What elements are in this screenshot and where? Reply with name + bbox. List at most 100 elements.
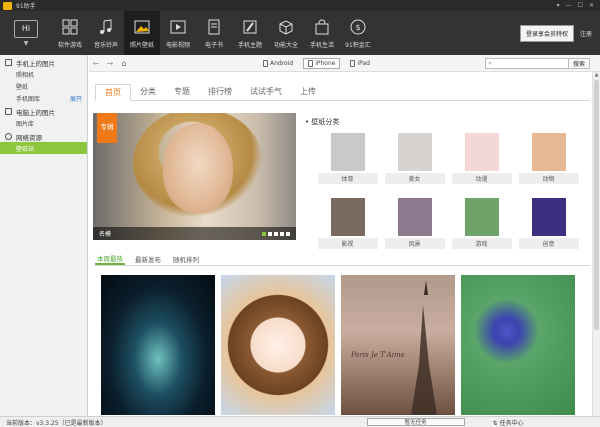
bag-icon [315, 18, 329, 34]
task-center-button[interactable]: ⇅ 任务中心 [493, 418, 524, 427]
content-tabs: 首页 分类 专题 排行榜 试试手气 上传 [95, 80, 590, 101]
tool-label: 手机主题 [237, 41, 262, 49]
user-hi-button[interactable]: Hi ▼ [0, 11, 52, 55]
tab-home[interactable]: 首页 [95, 84, 131, 101]
tool-movies-videos[interactable]: 电影视频 [160, 11, 196, 55]
wallpaper-blue-flowers[interactable] [461, 275, 575, 415]
tab-upload[interactable]: 上传 [291, 83, 325, 100]
back-arrow-icon[interactable]: ← [89, 59, 103, 68]
tab-topics[interactable]: 专题 [165, 83, 199, 100]
tool-photos-wallpapers[interactable]: 照片壁纸 [124, 11, 160, 55]
category-title: • 壁纸分类 [305, 118, 340, 126]
device-tab-ipad[interactable]: iPad [346, 58, 374, 69]
sort-tab-random[interactable]: 随机排列 [171, 252, 201, 265]
sidebar-section-pc-pictures[interactable]: 电脑上的图片 [0, 106, 87, 117]
maximize-icon[interactable]: ☐ [578, 2, 583, 9]
category-creative[interactable]: 创意 [515, 198, 582, 249]
forward-arrow-icon[interactable]: → [103, 59, 117, 68]
category-thumbnail [397, 198, 432, 236]
category-label: 风景 [384, 238, 445, 249]
tool-phone-life[interactable]: 手机生活 [304, 11, 340, 55]
tool-label: 照片壁纸 [129, 41, 154, 49]
category-title-text: 壁纸分类 [311, 118, 340, 126]
category-anime[interactable]: 动漫 [448, 133, 515, 184]
home-icon[interactable]: ⌂ [117, 59, 131, 68]
category-label: 影视 [317, 238, 378, 249]
search-input[interactable]: ⌕ [484, 57, 569, 69]
category-thumbnail [330, 133, 365, 171]
category-sports[interactable]: 体育 [314, 133, 381, 184]
main-toolbar: Hi ▼ 软件游戏 音乐铃声 照片壁纸 电影视频 电子书 手机主题 功能大全 手… [0, 11, 600, 55]
pager-dot[interactable] [268, 232, 272, 236]
device-tab-iphone[interactable]: iPhone [303, 57, 341, 69]
category-thumbnail [397, 133, 432, 171]
pager-dot[interactable] [262, 232, 266, 236]
tool-music-ringtones[interactable]: 音乐铃声 [88, 11, 124, 55]
sidebar-section-phone-pictures[interactable]: 手机上的图片 [0, 57, 87, 68]
category-scenery[interactable]: 风景 [381, 198, 448, 249]
close-icon[interactable]: ✕ [589, 2, 594, 9]
device-tab-android[interactable]: Android [259, 58, 297, 69]
register-link[interactable]: 注册 [580, 29, 592, 38]
vip-login-button[interactable]: 登录享会员特权 [519, 24, 574, 42]
minimize-icon[interactable]: — [566, 2, 572, 9]
search-button[interactable]: 搜索 [568, 57, 590, 69]
featured-banner[interactable]: 专辑 名模 [93, 113, 296, 240]
sidebar-item-wallpaper-site[interactable]: 壁纸站 [0, 142, 87, 154]
sort-tab-latest[interactable]: 最新发布 [133, 252, 163, 265]
category-label: 体育 [317, 173, 378, 184]
tab-categories[interactable]: 分类 [131, 83, 165, 100]
box-icon [279, 19, 293, 35]
sort-tab-weekly-hot[interactable]: 本周最热 [95, 252, 125, 265]
category-thumbnail [531, 133, 566, 171]
sidebar-item-camera[interactable]: 照相机 [0, 68, 87, 80]
tool-91-coins[interactable]: $ 91积金汇 [340, 11, 376, 55]
tool-software-games[interactable]: 软件游戏 [52, 11, 88, 55]
wallpaper-eiffel-tower[interactable]: Paris Je T'Aime [341, 275, 455, 415]
category-label: 创意 [518, 238, 579, 249]
pager-dot[interactable] [286, 232, 290, 236]
phone-icon [5, 59, 12, 66]
eiffel-tower-image [411, 280, 437, 415]
pager-dot[interactable] [280, 232, 284, 236]
wallpaper-cartoon-girl[interactable] [221, 275, 335, 415]
task-progress: 暂无任务 [366, 418, 465, 426]
wallpaper-ocean-night[interactable] [101, 275, 215, 415]
section-title: 电脑上的图片 [16, 108, 55, 117]
tool-label: 手机生活 [309, 41, 334, 49]
sidebar-item-wallpaper[interactable]: 壁纸 [0, 80, 87, 92]
photo-icon [134, 20, 150, 33]
category-animals[interactable]: 动物 [515, 133, 582, 184]
sidebar-item-label: 壁纸 [16, 83, 29, 91]
tool-label: 电影视频 [165, 41, 190, 49]
tab-rankings[interactable]: 排行榜 [199, 83, 241, 100]
sidebar-item-phone-gallery[interactable]: 手机图库 展开 [0, 92, 87, 104]
film-icon [170, 20, 186, 33]
device-label: iPad [357, 59, 370, 67]
scrollbar-thumb[interactable] [594, 80, 599, 330]
sidebar-item-picture-library[interactable]: 图片库 [0, 117, 87, 129]
tool-phone-themes[interactable]: 手机主题 [232, 11, 268, 55]
category-movies[interactable]: 影视 [314, 198, 381, 249]
sidebar-section-network[interactable]: 网络资源 [0, 131, 87, 142]
pager-dot[interactable] [274, 232, 278, 236]
menu-dropdown-icon[interactable]: ▾ [557, 2, 560, 9]
tool-ebooks[interactable]: 电子书 [196, 11, 232, 55]
globe-icon [5, 133, 12, 140]
sidebar-item-label: 壁纸站 [16, 145, 35, 153]
category-beauty[interactable]: 美女 [381, 133, 448, 184]
category-games[interactable]: 游戏 [448, 198, 515, 249]
category-grid: 体育 美女 动漫 动物 影视 风景 游戏 创意 [314, 133, 582, 249]
svg-text:$: $ [355, 23, 360, 32]
sort-tabs: 本周最热 最新发布 随机排列 [95, 252, 590, 266]
category-label: 美女 [384, 173, 445, 184]
banner-image-model [163, 123, 233, 213]
tab-try-luck[interactable]: 试试手气 [241, 83, 291, 100]
section-title: 网络资源 [16, 133, 42, 142]
tool-functions[interactable]: 功能大全 [268, 11, 304, 55]
tool-label: 功能大全 [273, 41, 298, 49]
expand-link[interactable]: 展开 [70, 94, 82, 103]
vertical-scrollbar[interactable]: ▲ [592, 72, 600, 416]
sidebar-item-label: 照相机 [16, 71, 35, 79]
scroll-up-icon[interactable]: ▲ [593, 72, 600, 80]
